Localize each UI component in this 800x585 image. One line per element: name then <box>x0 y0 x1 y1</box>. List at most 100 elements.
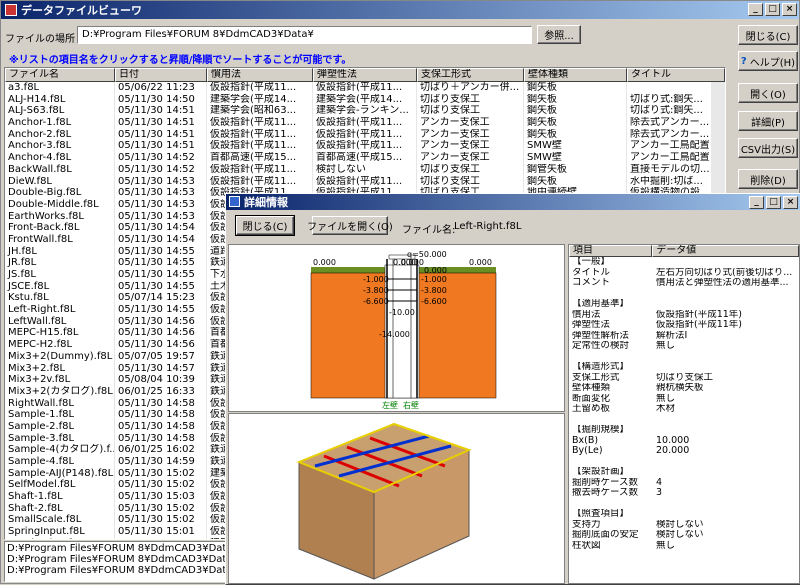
prop-row: 土留め板 木材 <box>569 404 799 415</box>
table-cell: 05/11/30 14:51 <box>115 128 207 141</box>
prop-value <box>653 362 793 373</box>
close-window-button[interactable]: × <box>782 3 797 16</box>
maximize-button[interactable]: □ <box>765 3 780 16</box>
table-cell: a3.f8L <box>5 82 115 94</box>
table-cell: 切ばり支保工 <box>417 175 524 188</box>
table-cell: 鋼矢板 <box>524 117 627 129</box>
prop-row: 壁体種類 親杭横矢板 <box>569 383 799 394</box>
table-cell: 05/11/30 14:56 <box>115 339 207 351</box>
left-level-1: -1.000 <box>363 275 389 284</box>
prop-row: コメント 慣用法と弾塑性法の適用基準... <box>569 278 799 289</box>
table-cell: MEPC-H15.f8L <box>5 327 115 340</box>
column-header[interactable]: 慣用法 <box>207 68 313 82</box>
open-button[interactable]: 開く(O) <box>738 83 798 103</box>
properties-table[interactable]: 項目 データ値 【一般】 タイトル 左右方向切ばり式(前後切ばり... コメント 慣用法… <box>568 244 800 584</box>
prop-row <box>569 415 799 426</box>
location-field[interactable]: D:¥Program Files¥FORUM 8¥DdmCAD3¥Data¥ <box>77 26 532 44</box>
table-cell: 検討しない <box>313 163 417 176</box>
table-cell: 切ばり支保工 <box>417 163 524 176</box>
table-cell: 05/11/30 14:55 <box>115 245 207 258</box>
table-row[interactable]: ALJ-S63.f8L 05/11/30 14:51 建築学会(昭和63... 建築学… <box>5 105 725 118</box>
detail-button[interactable]: 詳細(P) <box>738 111 798 131</box>
path-list: D:¥Program Files¥FORUM 8¥DdmCAD3¥Data¥Si… <box>4 541 226 582</box>
table-cell: Shaft-1.f8L <box>5 491 115 503</box>
column-header[interactable]: 壁体種類 <box>524 68 627 82</box>
column-header[interactable]: ファイル名 <box>5 68 115 82</box>
prop-row: 【適用基準】 <box>569 299 799 310</box>
dialog-maximize-button[interactable]: □ <box>766 196 781 209</box>
dialog-open-file-button[interactable]: ファイルを開く(O) <box>307 216 393 235</box>
table-cell: 鋼管矢板 <box>524 163 627 176</box>
prop-row: 断面変化 無し <box>569 394 799 405</box>
top-center-level: 0.000 <box>424 266 447 275</box>
table-row[interactable]: Anchor-1.f8L 05/11/30 14:51 仮設指針(平成11... 仮設… <box>5 117 725 129</box>
help-button[interactable]: ? ヘルプ(H) <box>738 51 798 71</box>
dialog-close-button[interactable]: × <box>783 196 798 209</box>
prop-value: 切ばり支保工 <box>656 372 714 383</box>
table-cell: 05/11/30 14:55 <box>115 304 207 316</box>
prop-key <box>569 352 653 363</box>
table-row[interactable]: BackWall.f8L 05/11/30 14:52 仮設指針(平成11... 検討… <box>5 163 725 176</box>
prop-row: タイトル 左右方向切ばり式(前後切ばり... <box>569 268 799 279</box>
table-row[interactable]: a3.f8L 05/06/22 11:23 仮設指針(平成11... 仮設指針(平成1… <box>5 82 725 94</box>
prop-value: 4 <box>656 477 663 488</box>
table-cell: 建築学会-ランキン... <box>313 105 417 118</box>
table-cell: Anchor-4.f8L <box>5 152 115 164</box>
table-cell: 05/11/30 15:02 <box>115 502 207 515</box>
close-button[interactable]: 閉じる(C) <box>738 25 798 45</box>
table-cell: 鋼矢板 <box>524 93 627 106</box>
table-cell: 05/07/05 19:57 <box>115 350 207 363</box>
prop-row <box>569 352 799 363</box>
table-cell: Anchor-3.f8L <box>5 140 115 153</box>
section-diagram: q=50.000 0.000 0.000 0.000 0.000 0.000 -… <box>228 244 565 412</box>
delete-button[interactable]: 削除(D) <box>738 169 798 189</box>
table-cell: 05/11/30 14:58 <box>115 409 207 421</box>
prop-value <box>653 425 793 436</box>
dialog-minimize-button[interactable]: _ <box>749 196 764 209</box>
dialog-close-btn[interactable]: 閉じる(C) <box>235 215 295 236</box>
table-row[interactable]: Anchor-4.f8L 05/11/30 14:52 首都高速(平成15... 首都… <box>5 152 725 164</box>
prop-key <box>569 415 653 426</box>
table-row[interactable]: Anchor-2.f8L 05/11/30 14:51 仮設指針(平成11... 仮設… <box>5 128 725 141</box>
prop-key: 支保工形式 <box>572 372 620 383</box>
table-cell: 05/11/30 14:54 <box>115 222 207 234</box>
column-header[interactable]: タイトル <box>627 68 725 82</box>
table-cell: 鋼矢板 <box>524 82 627 94</box>
prop-row: 【一般】 <box>569 257 799 268</box>
table-cell: SelfModel.f8L <box>5 479 115 492</box>
right-wall-label: 右壁 <box>403 400 419 410</box>
table-row[interactable]: ALJ-H14.f8L 05/11/30 14:50 建築学会(平成14... 建築学… <box>5 93 725 106</box>
prop-row <box>569 499 799 510</box>
prop-row: 定常性の検討 無し <box>569 341 799 352</box>
browse-button[interactable]: 参照... <box>537 25 581 44</box>
table-row[interactable]: DieW.f8L 05/11/30 14:53 仮設指針(平成11... 仮設指針(平… <box>5 175 725 188</box>
prop-key: 慣用法 <box>572 309 601 320</box>
csv-export-button[interactable]: CSV出力(S) <box>738 138 798 158</box>
column-header[interactable]: 支保工形式 <box>417 68 524 82</box>
prop-row: 掘削底面の安定 検討しない <box>569 530 799 541</box>
prop-row: 慣用法 仮設指針(平成11年) <box>569 310 799 321</box>
column-header[interactable]: 日付 <box>115 68 207 82</box>
table-cell: JR.f8L <box>5 257 115 269</box>
prop-key: 撤去時ケース数 <box>572 488 639 498</box>
column-header[interactable]: 弾塑性法 <box>313 68 417 82</box>
table-cell: 切ばり支保工 <box>417 93 524 106</box>
prop-value: 検討しない <box>656 530 704 540</box>
prop-header-item[interactable]: 項目 <box>569 245 653 257</box>
table-row[interactable]: Anchor-3.f8L 05/11/30 14:51 仮設指針(平成11... 仮設… <box>5 140 725 153</box>
table-cell: 06/01/25 16:02 <box>115 444 207 456</box>
table-cell: 05/11/30 14:58 <box>115 397 207 410</box>
minimize-button[interactable]: _ <box>748 3 763 16</box>
table-cell: 仮設指針(平成11... <box>207 128 313 141</box>
prop-row: 掘削時ケース数 4 <box>569 478 799 489</box>
table-cell: 05/11/30 14:51 <box>115 117 207 129</box>
prop-header-value[interactable]: データ値 <box>652 245 799 257</box>
table-cell: 05/11/30 14:52 <box>115 163 207 176</box>
prop-row: 【架設計画】 <box>569 467 799 478</box>
3d-view[interactable] <box>228 413 565 584</box>
table-cell: 鋼矢板 <box>524 105 627 118</box>
table-cell: 05/11/30 14:55 <box>115 269 207 281</box>
table-cell: 切ばり＋アンカー併... <box>417 82 524 94</box>
table-cell: Anchor-2.f8L <box>5 128 115 141</box>
table-cell: 仮設指針(平成11... <box>207 175 313 188</box>
